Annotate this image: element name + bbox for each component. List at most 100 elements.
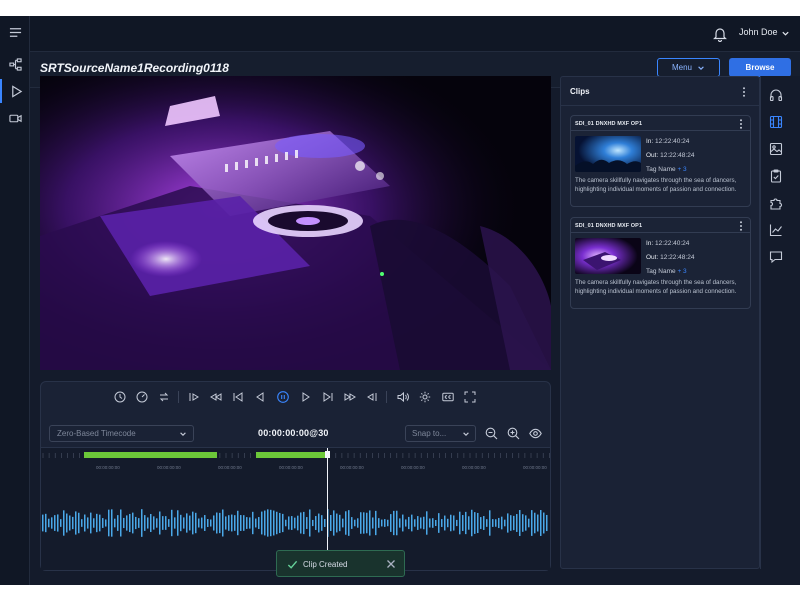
fullscreen-icon[interactable]: [463, 389, 477, 405]
volume-icon[interactable]: [396, 389, 410, 405]
right-tool-column: [760, 76, 800, 569]
clip-thumbnail[interactable]: [575, 136, 641, 172]
more-options-icon[interactable]: [737, 119, 745, 129]
dj-thumbnail-image: [575, 238, 641, 274]
more-options-icon[interactable]: [737, 221, 745, 231]
top-bar: John Doe: [30, 16, 800, 52]
mark-out-icon[interactable]: [365, 389, 379, 405]
snap-to-placeholder: Snap to...: [412, 429, 447, 438]
workflow-icon[interactable]: [0, 52, 30, 76]
more-options-icon[interactable]: [740, 87, 748, 97]
clip-description: The camera skillfully navigates through …: [575, 279, 737, 295]
in-value: 12:22:40:24: [655, 240, 690, 247]
loop-icon[interactable]: [157, 389, 171, 405]
clip-marker[interactable]: [256, 452, 328, 458]
chevron-down-icon: [463, 432, 469, 436]
close-icon[interactable]: [386, 559, 396, 569]
timecode-mode-value: Zero-Based Timecode: [57, 429, 136, 438]
in-label: In:: [646, 240, 654, 247]
camera-icon[interactable]: [0, 106, 30, 130]
bell-icon[interactable]: [713, 26, 727, 42]
divider: [571, 130, 750, 131]
check-icon: [287, 560, 298, 569]
tag-name: Tag Name: [646, 166, 676, 173]
divider: [571, 232, 750, 233]
speed-gauge-icon[interactable]: [135, 389, 149, 405]
clip-marker[interactable]: [84, 452, 217, 458]
tick-label: 00:00:00:00: [523, 465, 547, 470]
dj-console-image: [40, 76, 551, 370]
line-chart-icon[interactable]: [769, 223, 783, 237]
clip-in-time: In: 12:22:40:24: [646, 240, 689, 247]
left-rail: [0, 16, 30, 585]
step-back-icon[interactable]: [253, 389, 267, 405]
comment-icon[interactable]: [769, 250, 783, 264]
clips-panel: Clips SDI_01 DNXHD MXF OP1 In: 12:22:40:…: [560, 76, 760, 569]
zoom-out-icon[interactable]: [485, 427, 498, 440]
zoom-in-icon[interactable]: [507, 427, 520, 440]
playhead-handle[interactable]: [325, 451, 330, 458]
clip-created-toast: Clip Created: [276, 550, 405, 577]
menu-button[interactable]: Menu: [657, 58, 720, 77]
clips-title: Clips: [570, 87, 590, 96]
skip-forward-icon[interactable]: [321, 389, 335, 405]
clip-card[interactable]: SDI_01 DNXHD MXF OP1 In: 12:22:40:24 Out…: [570, 115, 751, 207]
out-label: Out:: [646, 254, 659, 261]
clip-thumbnail[interactable]: [575, 238, 641, 274]
out-value: 12:22:48:24: [660, 152, 695, 159]
out-label: Out:: [646, 152, 659, 159]
chevron-down-icon: [698, 65, 704, 70]
closed-captions-icon[interactable]: [441, 389, 455, 405]
tag-more-count[interactable]: + 3: [677, 268, 686, 275]
browse-button[interactable]: Browse: [729, 58, 791, 77]
clips-header: Clips: [561, 77, 759, 106]
hamburger-menu-icon[interactable]: [0, 20, 30, 44]
page-title: SRTSourceName1Recording0118: [40, 61, 229, 75]
tag-more-count[interactable]: + 3: [677, 166, 686, 173]
clip-description: The camera skillfully navigates through …: [575, 177, 737, 193]
timecode-mode-select[interactable]: Zero-Based Timecode: [49, 425, 194, 442]
divider: [178, 391, 179, 403]
tick-label: 00:00:00:00: [462, 465, 486, 470]
play-nav-icon[interactable]: [0, 79, 30, 103]
tick-label: 00:00:00:00: [279, 465, 303, 470]
skip-back-icon[interactable]: [231, 389, 245, 405]
clock-icon[interactable]: [113, 389, 127, 405]
tick-label: 00:00:00:00: [157, 465, 181, 470]
video-viewer[interactable]: [40, 76, 551, 370]
pause-icon[interactable]: [276, 389, 290, 405]
tick-label: 00:00:00:00: [340, 465, 364, 470]
tag-name: Tag Name: [646, 268, 676, 275]
current-timecode: 00:00:00:00@30: [258, 428, 329, 438]
snap-to-select[interactable]: Snap to...: [405, 425, 476, 442]
puzzle-icon[interactable]: [769, 196, 783, 210]
rewind-icon[interactable]: [209, 389, 223, 405]
clip-in-time: In: 12:22:40:24: [646, 138, 689, 145]
fast-forward-icon[interactable]: [343, 389, 357, 405]
tick-label: 00:00:00:00: [401, 465, 425, 470]
user-name[interactable]: John Doe: [739, 27, 778, 37]
audio-waveform: [42, 509, 548, 537]
headphones-icon[interactable]: [769, 88, 783, 102]
mark-in-icon[interactable]: [187, 389, 201, 405]
film-strip-icon[interactable]: [769, 115, 783, 129]
tick-label: 00:00:00:00: [218, 465, 242, 470]
chevron-down-icon: [180, 432, 186, 436]
clip-title: SDI_01 DNXHD MXF OP1: [575, 223, 643, 229]
clip-tags[interactable]: Tag Name + 3: [646, 268, 687, 275]
in-label: In:: [646, 138, 654, 145]
clipboard-check-icon[interactable]: [769, 169, 783, 183]
crowd-thumbnail-image: [575, 136, 641, 172]
clip-out-time: Out: 12:22:48:24: [646, 152, 694, 159]
divider: [386, 391, 387, 403]
tick-label: 00:00:00:00: [96, 465, 120, 470]
chevron-down-icon[interactable]: [781, 29, 790, 38]
image-icon[interactable]: [769, 142, 783, 156]
toast-message: Clip Created: [303, 560, 348, 569]
clip-tags[interactable]: Tag Name + 3: [646, 166, 687, 173]
menu-button-label: Menu: [671, 63, 692, 72]
eye-icon[interactable]: [529, 427, 542, 440]
settings-gear-icon[interactable]: [418, 389, 432, 405]
play-icon[interactable]: [299, 389, 313, 405]
clip-card[interactable]: SDI_01 DNXHD MXF OP1 In: 12:22:40:24 Out…: [570, 217, 751, 309]
